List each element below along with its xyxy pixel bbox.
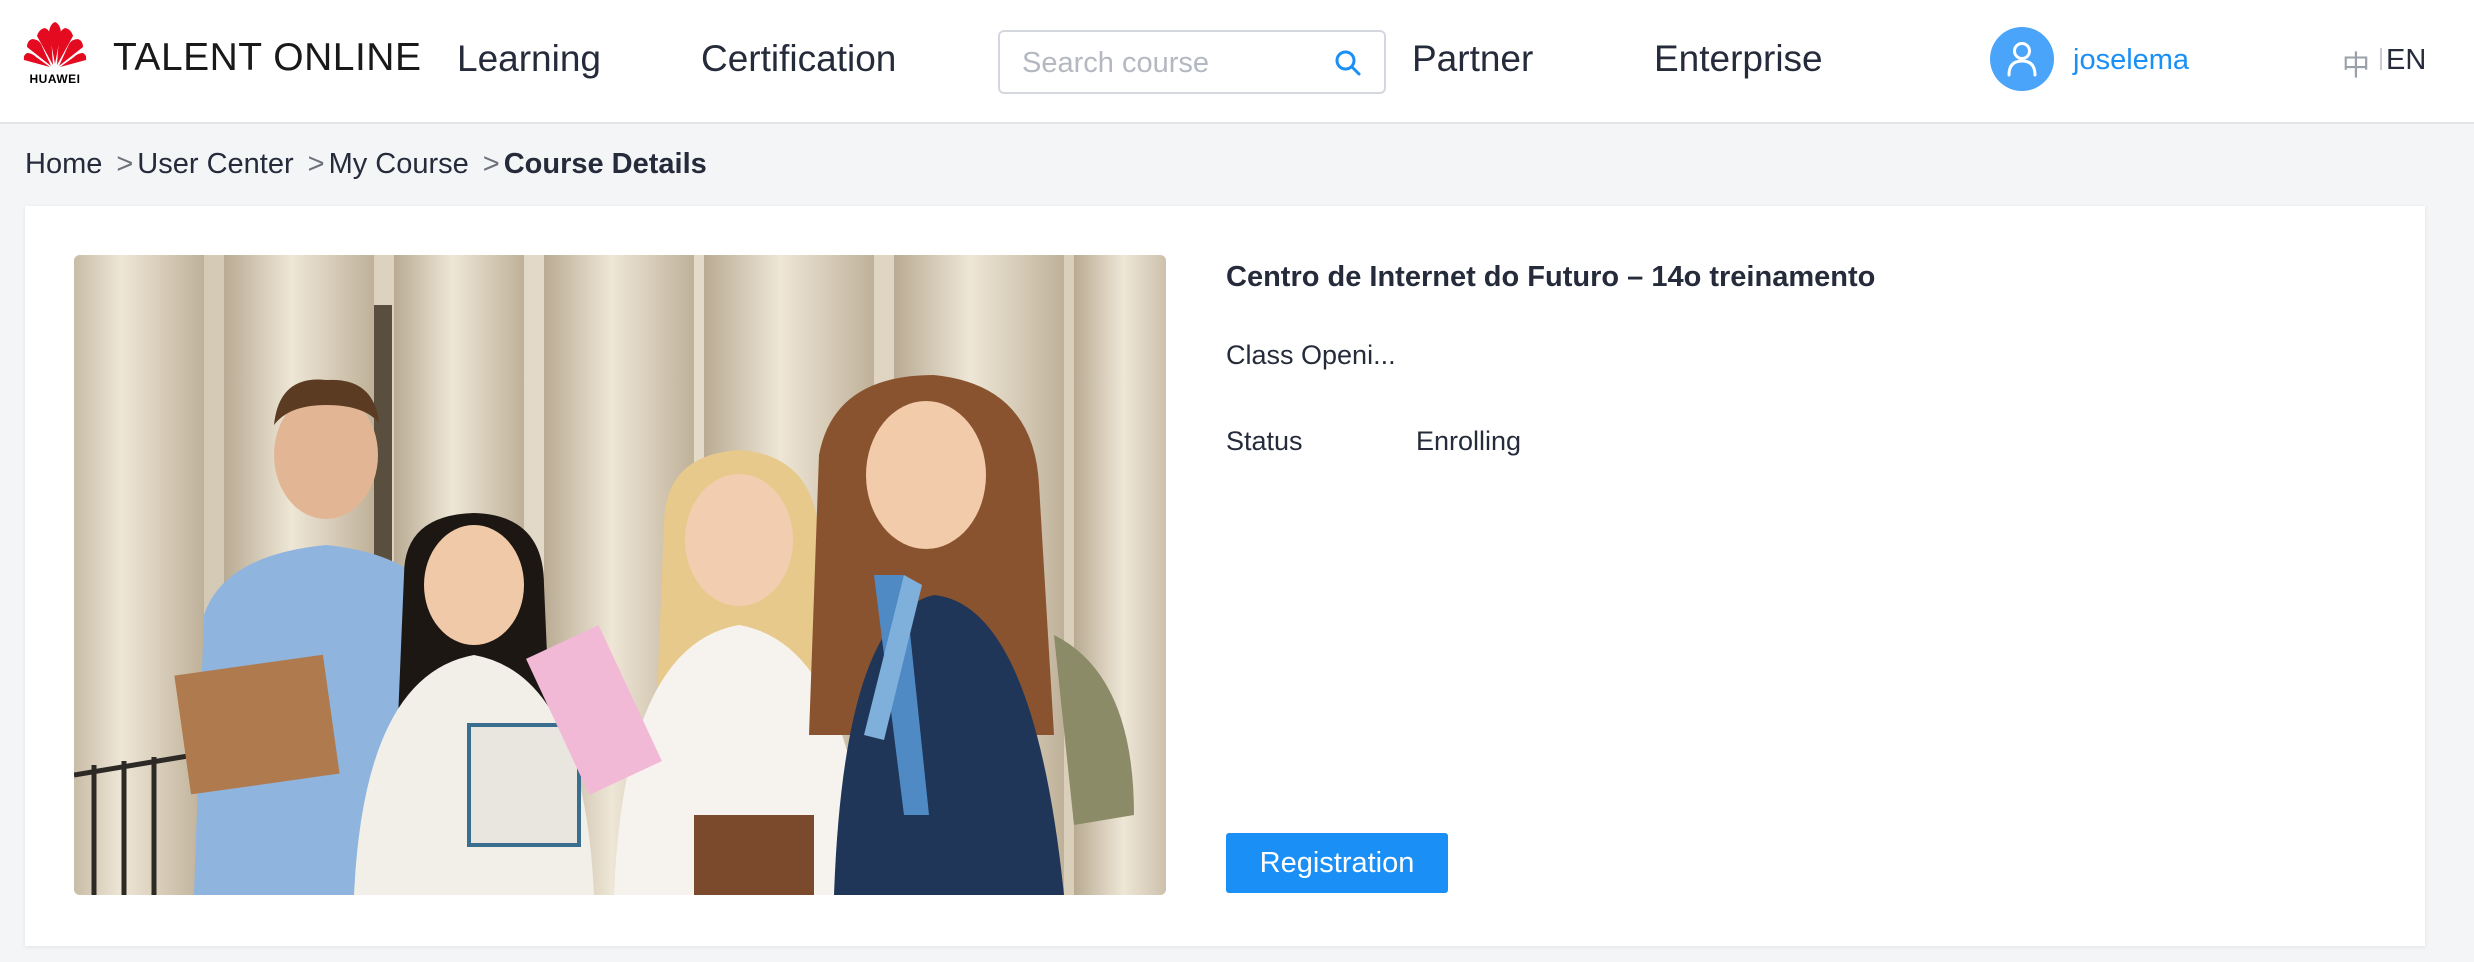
breadcrumb-my-course[interactable]: My Course xyxy=(329,148,469,181)
breadcrumb-home[interactable]: Home xyxy=(25,148,102,181)
breadcrumb: Home > User Center > My Course > Course Detail… xyxy=(25,148,707,181)
breadcrumb-separator: > xyxy=(482,148,500,180)
class-opening-label: Class Openi... xyxy=(1226,340,1396,370)
top-navigation-bar: HUAWEI TALENT ONLINE Learning Certificat… xyxy=(0,0,2474,124)
search-icon[interactable] xyxy=(1334,49,1362,77)
nav-certification[interactable]: Certification xyxy=(701,38,896,80)
brand-title[interactable]: TALENT ONLINE xyxy=(113,36,421,80)
search-input[interactable] xyxy=(1022,44,1322,82)
avatar[interactable] xyxy=(1990,27,2054,91)
language-divider xyxy=(2380,48,2382,70)
nav-learning[interactable]: Learning xyxy=(457,38,601,80)
breadcrumb-separator: > xyxy=(116,148,134,180)
nav-partner[interactable]: Partner xyxy=(1412,38,1533,80)
nav-enterprise[interactable]: Enterprise xyxy=(1654,38,1823,80)
course-title: Centro de Internet do Futuro – 14o trein… xyxy=(1226,261,1876,293)
user-icon xyxy=(2007,42,2037,77)
course-image xyxy=(74,255,1166,895)
language-en-option[interactable]: EN xyxy=(2386,44,2426,77)
search-box xyxy=(998,30,1386,94)
breadcrumb-separator: > xyxy=(307,148,325,180)
status-label: Status xyxy=(1226,426,1303,456)
username-link[interactable]: joselema xyxy=(2073,44,2189,77)
logo-text: HUAWEI xyxy=(29,72,81,86)
breadcrumb-user-center[interactable]: User Center xyxy=(137,148,293,181)
breadcrumb-current: Course Details xyxy=(503,148,707,180)
course-details-card: Centro de Internet do Futuro – 14o trein… xyxy=(25,206,2425,946)
language-zh-option[interactable]: 中 xyxy=(2342,44,2370,84)
huawei-logo[interactable]: HUAWEI xyxy=(22,20,88,90)
registration-button[interactable]: Registration xyxy=(1226,833,1448,893)
huawei-logo-icon xyxy=(23,22,87,67)
status-value: Enrolling xyxy=(1416,426,1522,456)
students-photo xyxy=(74,255,1166,895)
